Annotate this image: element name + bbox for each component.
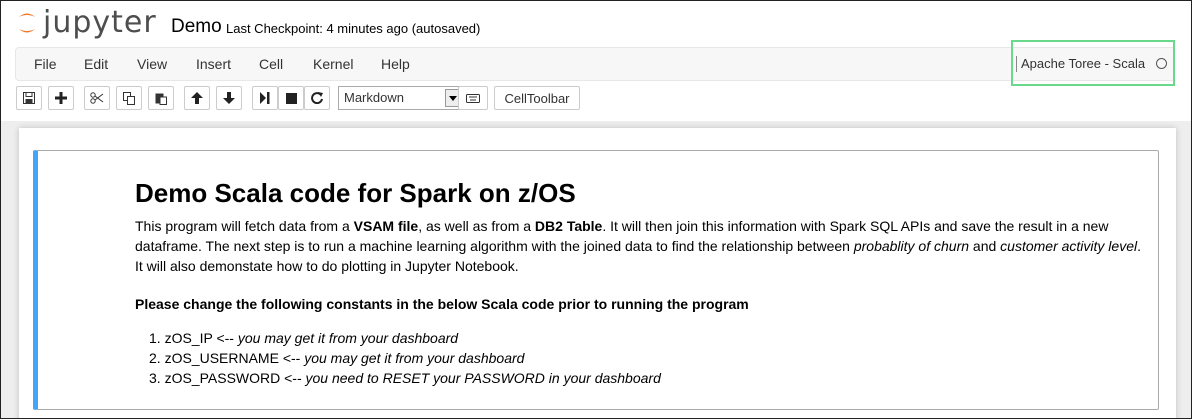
kernel-idle-icon	[1156, 58, 1167, 69]
list-item: 1. zOS_IP <-- you may get it from your d…	[149, 330, 459, 346]
menu-view[interactable]: View	[137, 56, 167, 72]
stop-icon	[285, 92, 297, 104]
paste-icon	[155, 92, 167, 105]
list-item: 3. zOS_PASSWORD <-- you need to RESET yo…	[149, 370, 661, 386]
chevron-down-icon[interactable]	[445, 89, 459, 107]
move-down-button[interactable]	[216, 86, 242, 110]
cell-type-select[interactable]: Markdown	[338, 86, 462, 110]
menu-file[interactable]: File	[34, 56, 57, 72]
constants-list: 1. zOS_IP <-- you may get it from your d…	[149, 328, 661, 388]
celltoolbar-button[interactable]: CellToolbar	[494, 86, 580, 110]
logo-text: jupyter	[43, 5, 157, 40]
checkpoint-status: Last Checkpoint: 4 minutes ago (autosave…	[226, 21, 481, 36]
insert-cell-button[interactable]	[48, 86, 74, 110]
copy-icon	[123, 91, 135, 105]
cell-heading: Demo Scala code for Spark on z/OS	[135, 178, 576, 208]
toolbar: Markdown CellToolbar	[16, 86, 716, 112]
paste-button[interactable]	[148, 86, 174, 110]
cell-instruction: Please change the following constants in…	[135, 296, 749, 312]
step-forward-icon	[260, 92, 270, 104]
restart-icon	[311, 92, 323, 104]
kernel-name[interactable]: Apache Toree - Scala	[1016, 56, 1145, 72]
jupyter-logo[interactable]: jupyter	[17, 7, 157, 39]
move-up-button[interactable]	[184, 86, 210, 110]
cut-button[interactable]	[84, 86, 110, 110]
notebook-name[interactable]: Demo	[171, 16, 222, 38]
menu-kernel[interactable]: Kernel	[313, 56, 353, 72]
plus-icon	[55, 92, 67, 104]
cell-paragraph: This program will fetch data from a VSAM…	[135, 218, 1141, 274]
menu-insert[interactable]: Insert	[196, 56, 231, 72]
save-button[interactable]	[16, 86, 42, 110]
menu-edit[interactable]: Edit	[84, 56, 108, 72]
header: jupyter Demo Last Checkpoint: 4 minutes …	[1, 1, 1191, 45]
list-item: 2. zOS_USERNAME <-- you may get it from …	[149, 350, 525, 366]
run-cell-button[interactable]	[252, 86, 278, 110]
menu-cell[interactable]: Cell	[259, 56, 283, 72]
cut-icon	[90, 92, 104, 104]
keyboard-icon	[466, 93, 480, 103]
arrow-up-icon	[191, 92, 203, 104]
notebook-window: jupyter Demo Last Checkpoint: 4 minutes …	[0, 0, 1192, 419]
cell-type-value: Markdown	[344, 90, 404, 105]
interrupt-button[interactable]	[278, 86, 304, 110]
menu-help[interactable]: Help	[381, 56, 410, 72]
copy-button[interactable]	[116, 86, 142, 110]
save-icon	[23, 92, 35, 104]
restart-kernel-button[interactable]	[304, 86, 330, 110]
command-palette-button[interactable]	[458, 86, 488, 110]
jupyter-logo-icon	[17, 8, 37, 38]
menubar	[15, 47, 1175, 81]
arrow-down-icon	[223, 92, 235, 104]
